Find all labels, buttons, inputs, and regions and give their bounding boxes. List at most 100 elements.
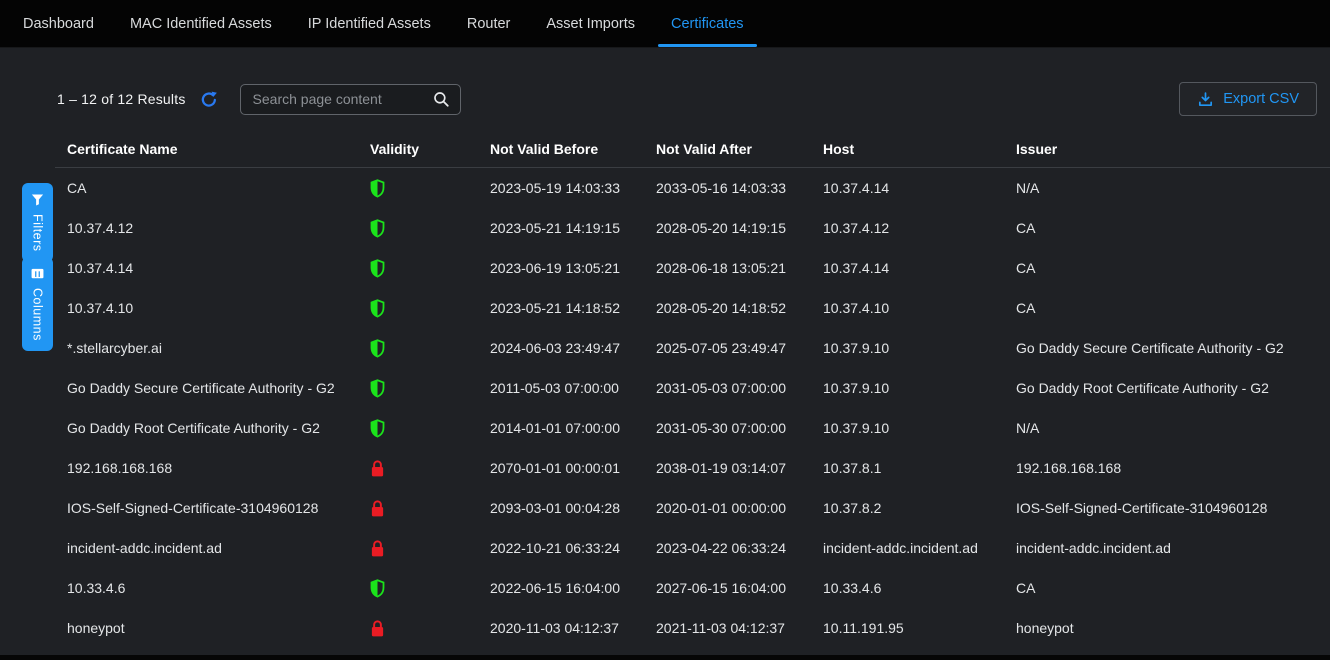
shield-valid-icon: [370, 379, 385, 398]
not-valid-after-cell: 2038-01-19 03:14:07: [656, 460, 823, 476]
not-valid-after-cell: 2031-05-03 07:00:00: [656, 380, 823, 396]
issuer-cell: N/A: [1016, 180, 1330, 196]
not-valid-before-cell: 2014-01-01 07:00:00: [490, 420, 656, 436]
column-header-not-valid-before[interactable]: Not Valid Before: [490, 141, 656, 157]
shield-valid-icon: [370, 419, 385, 438]
not-valid-after-cell: 2033-05-16 14:03:33: [656, 180, 823, 196]
filters-button[interactable]: Filters: [22, 183, 53, 262]
not-valid-after-cell: 2020-01-01 00:00:00: [656, 500, 823, 516]
table-row[interactable]: 10.37.4.12 2023-05: [55, 208, 1330, 248]
tab-certificates[interactable]: Certificates: [653, 0, 762, 47]
issuer-cell: honeypot: [1016, 620, 1330, 636]
table-row[interactable]: CA 2023-05-19 14:0: [55, 168, 1330, 208]
not-valid-after-cell: 2028-05-20 14:18:52: [656, 300, 823, 316]
host-cell: 10.37.4.14: [823, 260, 1016, 276]
shield-valid-icon: [370, 339, 385, 358]
issuer-cell: CA: [1016, 260, 1330, 276]
issuer-cell: IOS-Self-Signed-Certificate-3104960128: [1016, 500, 1330, 516]
validity-cell: [370, 459, 490, 478]
certificate-name-cell: IOS-Self-Signed-Certificate-3104960128: [67, 500, 370, 516]
certificate-name-cell: Go Daddy Root Certificate Authority - G2: [67, 420, 370, 436]
not-valid-before-cell: 2093-03-01 00:04:28: [490, 500, 656, 516]
table-row[interactable]: 10.37.4.14 2023-06: [55, 248, 1330, 288]
table-row[interactable]: IOS-Self-Signed-Certificate-3104960128: [55, 488, 1330, 528]
validity-cell: [370, 379, 490, 398]
table-row[interactable]: 10.33.4.6 2022-06-: [55, 568, 1330, 608]
filter-funnel-icon: [30, 192, 45, 207]
columns-button[interactable]: Columns: [22, 257, 53, 351]
table-row[interactable]: honeypot 2020-11-0: [55, 608, 1330, 648]
host-cell: 10.37.9.10: [823, 420, 1016, 436]
tab-mac-identified-assets[interactable]: MAC Identified Assets: [112, 0, 290, 47]
not-valid-after-cell: 2031-05-30 07:00:00: [656, 420, 823, 436]
column-header-issuer[interactable]: Issuer: [1016, 141, 1330, 157]
table-header-row: Certificate NameValidityNot Valid Before…: [55, 130, 1330, 168]
lock-invalid-icon: [370, 499, 385, 518]
not-valid-before-cell: 2023-05-21 14:18:52: [490, 300, 656, 316]
not-valid-before-cell: 2023-06-19 13:05:21: [490, 260, 656, 276]
lock-invalid-icon: [370, 539, 385, 558]
column-header-host[interactable]: Host: [823, 141, 1016, 157]
search-box: [240, 84, 461, 115]
tab-dashboard[interactable]: Dashboard: [5, 0, 112, 47]
issuer-cell: CA: [1016, 300, 1330, 316]
not-valid-before-cell: 2022-10-21 06:33:24: [490, 540, 656, 556]
column-header-validity[interactable]: Validity: [370, 141, 490, 157]
host-cell: 10.33.4.6: [823, 580, 1016, 596]
not-valid-before-cell: 2024-06-03 23:49:47: [490, 340, 656, 356]
validity-cell: [370, 339, 490, 358]
not-valid-before-cell: 2023-05-21 14:19:15: [490, 220, 656, 236]
not-valid-after-cell: 2028-06-18 13:05:21: [656, 260, 823, 276]
validity-cell: [370, 499, 490, 518]
validity-cell: [370, 219, 490, 238]
host-cell: 10.37.9.10: [823, 380, 1016, 396]
column-header-not-valid-after[interactable]: Not Valid After: [656, 141, 823, 157]
export-csv-button[interactable]: Export CSV: [1179, 82, 1317, 116]
certificate-name-cell: honeypot: [67, 620, 370, 636]
host-cell: 10.37.4.10: [823, 300, 1016, 316]
tab-ip-identified-assets[interactable]: IP Identified Assets: [290, 0, 449, 47]
issuer-cell: incident-addc.incident.ad: [1016, 540, 1330, 556]
certificates-page: 1 – 12 of 12 Results: [0, 48, 1330, 655]
lock-invalid-icon: [370, 459, 385, 478]
columns-grid-icon: [30, 266, 45, 281]
toolbar: 1 – 12 of 12 Results: [0, 82, 1330, 116]
issuer-cell: CA: [1016, 220, 1330, 236]
search-input[interactable]: [253, 91, 432, 107]
table-row[interactable]: *.stellarcyber.ai: [55, 328, 1330, 368]
shield-valid-icon: [370, 179, 385, 198]
tab-asset-imports[interactable]: Asset Imports: [528, 0, 653, 47]
not-valid-before-cell: 2023-05-19 14:03:33: [490, 180, 656, 196]
table-row[interactable]: incident-addc.incident.ad: [55, 528, 1330, 568]
host-cell: 10.37.4.12: [823, 220, 1016, 236]
certificate-name-cell: 10.37.4.10: [67, 300, 370, 316]
validity-cell: [370, 539, 490, 558]
top-tab-bar: DashboardMAC Identified AssetsIP Identif…: [0, 0, 1330, 48]
table-row[interactable]: Go Daddy Root Certificate Authority - G2: [55, 408, 1330, 448]
not-valid-after-cell: 2025-07-05 23:49:47: [656, 340, 823, 356]
filters-button-label: Filters: [31, 214, 45, 252]
search-icon[interactable]: [432, 90, 450, 108]
host-cell: 10.37.8.2: [823, 500, 1016, 516]
table-row[interactable]: Go Daddy Secure Certificate Authority - …: [55, 368, 1330, 408]
issuer-cell: CA: [1016, 580, 1330, 596]
certificate-name-cell: 192.168.168.168: [67, 460, 370, 476]
refresh-button[interactable]: [198, 88, 220, 110]
column-header-certificate-name[interactable]: Certificate Name: [67, 141, 370, 157]
certificate-name-cell: CA: [67, 180, 370, 196]
columns-button-label: Columns: [31, 288, 45, 341]
not-valid-after-cell: 2021-11-03 04:12:37: [656, 620, 823, 636]
not-valid-before-cell: 2070-01-01 00:00:01: [490, 460, 656, 476]
host-cell: incident-addc.incident.ad: [823, 540, 1016, 556]
not-valid-after-cell: 2027-06-15 16:04:00: [656, 580, 823, 596]
shield-valid-icon: [370, 299, 385, 318]
table-row[interactable]: 10.37.4.10 2023-05: [55, 288, 1330, 328]
issuer-cell: N/A: [1016, 420, 1330, 436]
shield-valid-icon: [370, 259, 385, 278]
certificate-name-cell: incident-addc.incident.ad: [67, 540, 370, 556]
host-cell: 10.11.191.95: [823, 620, 1016, 636]
tab-router[interactable]: Router: [449, 0, 529, 47]
table-row[interactable]: 192.168.168.168 20: [55, 448, 1330, 488]
certificate-name-cell: 10.37.4.12: [67, 220, 370, 236]
not-valid-before-cell: 2022-06-15 16:04:00: [490, 580, 656, 596]
